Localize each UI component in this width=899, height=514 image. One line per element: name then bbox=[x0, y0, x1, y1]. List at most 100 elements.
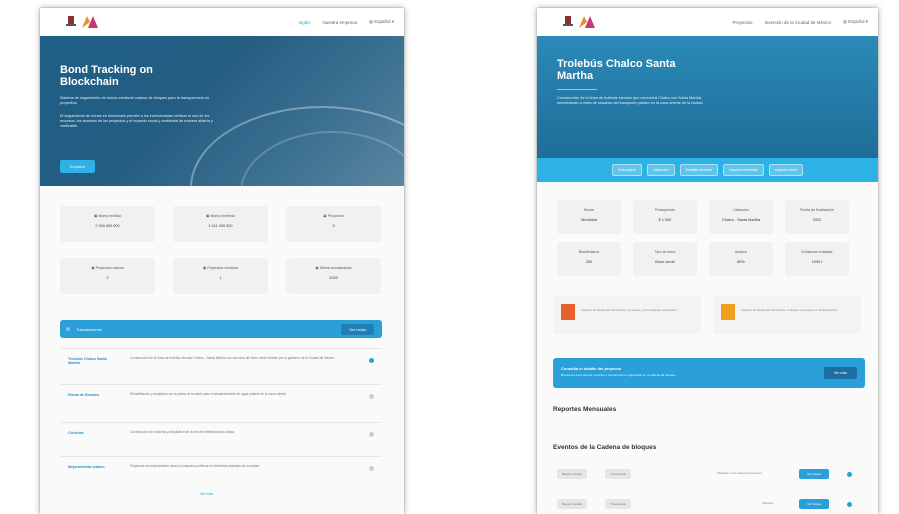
stat-value: Movilidad bbox=[580, 218, 598, 222]
government-seal-icon bbox=[563, 16, 573, 26]
event-tag: Transacción bbox=[605, 469, 632, 479]
event-row: Bloque minado Transacción Validado Ver b… bbox=[557, 496, 857, 512]
stat-label: Tipo de bono bbox=[654, 250, 676, 254]
tab-location[interactable]: Ubicación bbox=[647, 164, 675, 176]
stat-label: Presupuesto bbox=[654, 208, 676, 212]
stat-card: Emisiones evitadas 1000 t bbox=[785, 242, 849, 276]
hero-intro: Sistema de seguimiento de bonos mediante… bbox=[60, 96, 210, 105]
stat-label: Proyectos cerrados bbox=[207, 266, 239, 270]
show-more-link[interactable]: Ver más bbox=[200, 492, 213, 496]
banner-subtitle: Revisa los documentos, reportes y transa… bbox=[561, 373, 677, 377]
tab-technical[interactable]: Detalles técnicos bbox=[679, 164, 719, 176]
view-all-button[interactable]: Ver todas bbox=[341, 324, 374, 335]
sdg-description: Objetivo de Desarrollo Sostenible: Indus… bbox=[741, 308, 839, 312]
stat-label: Avance bbox=[735, 250, 747, 254]
transaction-description: Rehabilitación y ampliación de la planta… bbox=[130, 392, 287, 396]
nav-link-company[interactable]: Nuestra empresa bbox=[323, 20, 358, 25]
transaction-description: Construcción de la línea de trolebús ele… bbox=[130, 356, 336, 360]
tab-social[interactable]: Impacto social bbox=[768, 164, 804, 176]
left-page-screenshot: Inglés Nuestra empresa ◍ Español ▾ Bond … bbox=[40, 8, 404, 514]
stat-card: ▣ Monto invertido 1 011 000 000 bbox=[173, 206, 268, 242]
stat-value: Bono verde bbox=[655, 260, 675, 264]
table-row[interactable]: Ciclovías Construcción de ciclovías y am… bbox=[60, 422, 382, 447]
status-dot-icon bbox=[369, 466, 374, 471]
transactions-header: ▤ Transacciones Ver todas bbox=[60, 320, 382, 338]
view-block-button[interactable]: Ver bloque bbox=[799, 469, 830, 479]
stat-value: 1000 t bbox=[811, 260, 823, 264]
stat-value: 2020 bbox=[329, 276, 338, 280]
sdg-card: Objetivo de Desarrollo Sostenible: Indus… bbox=[713, 296, 861, 334]
event-tag: Bloque minado bbox=[557, 469, 588, 479]
stat-value: 3 bbox=[332, 224, 335, 228]
stat-card: Sector Movilidad bbox=[557, 200, 621, 234]
stat-value: $ 1 000 bbox=[658, 218, 672, 222]
hero-section: Trolebús Chalco Santa Martha Construcció… bbox=[537, 36, 878, 158]
stat-label: Proyectos bbox=[327, 214, 344, 218]
hero-body: El seguimiento de bonos en blockchain pe… bbox=[60, 114, 213, 128]
hero-title-line-1: Trolebús Chalco Santa bbox=[557, 58, 676, 70]
transaction-name[interactable]: Trolebús Chalco Santa Martha bbox=[68, 357, 118, 365]
stat-card: ▣ Proyectos cerrados 1 bbox=[173, 258, 268, 294]
stat-value: 1 011 000 000 bbox=[208, 224, 233, 228]
status-dot-icon bbox=[369, 394, 374, 399]
transaction-name[interactable]: Planta de Bombeo bbox=[68, 393, 118, 397]
language-label: Español bbox=[374, 19, 391, 24]
tab-environmental[interactable]: Impacto ambiental bbox=[723, 164, 764, 176]
table-row[interactable]: Trolebús Chalco Santa Martha Construcció… bbox=[60, 348, 382, 379]
stat-value: 80% bbox=[737, 260, 745, 264]
right-page-screenshot: Proyectos Inversión de la Ciudad de Méxi… bbox=[537, 8, 878, 514]
nav-link-projects[interactable]: Proyectos bbox=[732, 20, 752, 25]
status-dot-icon bbox=[847, 502, 852, 507]
stat-card: Ubicación Chalco - Santa Martha bbox=[709, 200, 773, 234]
table-row[interactable]: Planta de Bombeo Rehabilitación y amplia… bbox=[60, 384, 382, 415]
stat-label: Sector bbox=[583, 208, 595, 212]
stat-card: Beneficiarios 250 bbox=[557, 242, 621, 276]
stat-value: 2 bbox=[106, 276, 109, 280]
hero-title-line-2: Blockchain bbox=[60, 76, 119, 88]
stat-card: ▣ Proyectos 3 bbox=[286, 206, 381, 242]
nav-link-english[interactable]: Inglés bbox=[298, 20, 310, 25]
nav-link-investment[interactable]: Inversión de la Ciudad de México bbox=[764, 20, 831, 25]
chevron-down-icon: ▾ bbox=[865, 19, 868, 24]
transaction-description: Construcción de ciclovías y ampliación d… bbox=[130, 430, 236, 434]
stat-value: 2 000 000 000 bbox=[95, 224, 120, 228]
stat-card: Avance 80% bbox=[709, 242, 773, 276]
transaction-description: Proyectos de mejoramiento urbano y espac… bbox=[130, 464, 260, 468]
event-status: Validado en la cadena de bloques bbox=[717, 471, 762, 475]
chevron-down-icon: ▾ bbox=[391, 19, 394, 24]
language-selector[interactable]: ◍ Español ▾ bbox=[843, 19, 868, 25]
tab-description[interactable]: Descripción bbox=[611, 164, 643, 176]
explore-button[interactable]: Explorar bbox=[60, 160, 95, 173]
city-logo-icon bbox=[579, 16, 595, 28]
view-block-button[interactable]: Ver bloque bbox=[799, 499, 830, 509]
section-tabs: Descripción Ubicación Detalles técnicos … bbox=[537, 158, 878, 182]
language-selector[interactable]: ◍ Español ▾ bbox=[369, 19, 394, 25]
government-seal-icon bbox=[66, 16, 76, 26]
city-logo-icon bbox=[82, 16, 98, 28]
banner-title: Consulta el detalle del proyecto bbox=[561, 366, 622, 371]
stat-card: Presupuesto $ 1 000 bbox=[633, 200, 697, 234]
event-status: Validado bbox=[762, 501, 774, 505]
stat-card: Fecha de finalización 2022 bbox=[785, 200, 849, 234]
table-row[interactable]: Mejoramiento urbano Proyectos de mejoram… bbox=[60, 456, 382, 487]
stat-label: Proyectos activos bbox=[95, 266, 124, 270]
stat-label: Beneficiarios bbox=[578, 250, 600, 254]
top-nav: Proyectos Inversión de la Ciudad de Méxi… bbox=[537, 8, 878, 36]
hero-section: Bond Tracking on Blockchain Sistema de s… bbox=[40, 36, 404, 186]
stat-value: Chalco - Santa Martha bbox=[722, 218, 760, 222]
transaction-name[interactable]: Mejoramiento urbano bbox=[68, 465, 118, 469]
stat-label: Emisiones evitadas bbox=[801, 250, 833, 254]
stat-label: Ubicación bbox=[733, 208, 749, 212]
stat-label: Monto invertido bbox=[210, 214, 235, 218]
transaction-name[interactable]: Ciclovías bbox=[68, 431, 118, 435]
stat-card: ▣ Proyectos activos 2 bbox=[60, 258, 155, 294]
transactions-title: Transacciones bbox=[76, 327, 102, 332]
stat-value: 1 bbox=[219, 276, 222, 280]
hero-title-line-1: Bond Tracking on bbox=[60, 64, 153, 76]
stat-card: ▣ Última actualización 2020 bbox=[286, 258, 381, 294]
stat-label: Monto emitido bbox=[98, 214, 121, 218]
project-detail-banner: Consulta el detalle del proyecto Revisa … bbox=[553, 358, 865, 388]
language-label: Español bbox=[848, 19, 865, 24]
list-icon: ▤ bbox=[66, 326, 70, 331]
view-more-button[interactable]: Ver más bbox=[823, 367, 857, 379]
